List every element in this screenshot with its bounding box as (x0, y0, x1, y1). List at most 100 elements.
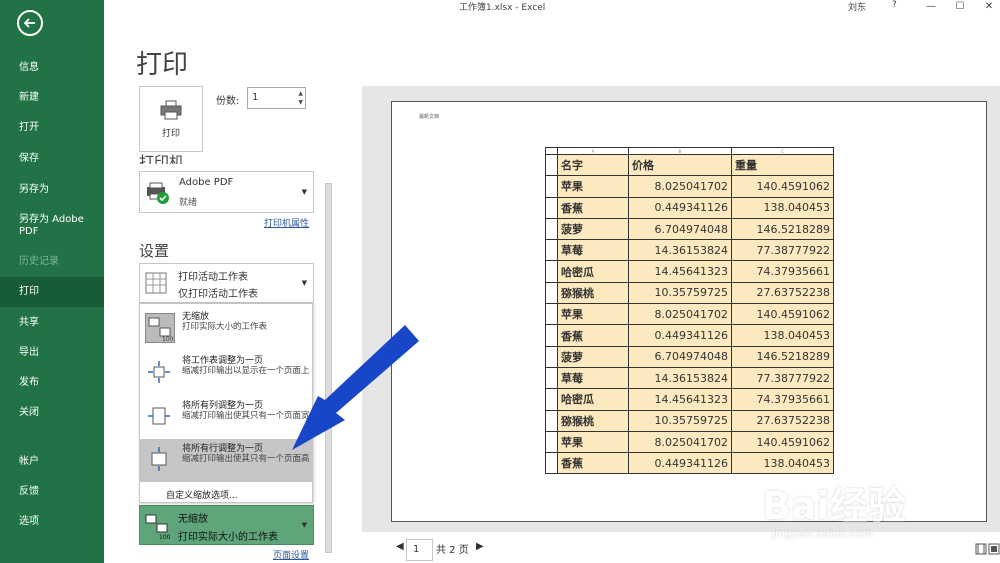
table-row: 草莓 14.36153824 77.38777922 (545, 239, 834, 262)
title-bar: 工作簿1.xlsx - Excel 刘东 ? — ☐ ✕ (104, 0, 1000, 13)
scaling-select-desc: 打印实际大小的工作表 (178, 532, 278, 543)
maximize-button[interactable]: ☐ (953, 1, 967, 12)
row-number (545, 409, 558, 432)
help-button[interactable]: ? (892, 0, 897, 10)
menu-item-no-scaling[interactable]: 100 无缩放 打印实际大小的工作表 (140, 307, 312, 351)
sidebar-item-share[interactable]: 共享 (0, 317, 104, 329)
sidebar-item-export[interactable]: 导出 (0, 347, 104, 359)
name-cell: 草莓 (557, 239, 629, 262)
close-window-button[interactable]: ✕ (982, 1, 996, 12)
no-scaling-icon: 100 (145, 514, 171, 540)
weight-cell: 27.63752238 (731, 281, 834, 305)
weight-cell: 27.63752238 (731, 409, 834, 432)
printer-select[interactable]: Adobe PDF 就绪 ▼ (139, 171, 314, 213)
menu-item-fit-sheet[interactable]: 将工作表调整为一页 缩减打印输出以显示在一个页面上 (140, 351, 312, 396)
weight-cell: 74.37935661 (731, 388, 834, 411)
page-navigator: ◀ 共 2 页 ▶ (396, 541, 484, 556)
sidebar-item-account[interactable]: 帐户 (0, 456, 104, 468)
name-cell: 菠萝 (557, 345, 629, 368)
sidebar-item-save[interactable]: 保存 (0, 153, 104, 165)
weight-cell: 146.5218289 (731, 217, 834, 241)
sidebar-item-save-as[interactable]: 另存为 (0, 184, 104, 196)
weight-cell: 140.4591062 (731, 430, 834, 454)
show-margins-icon[interactable] (975, 543, 987, 555)
sidebar-item-options[interactable]: 选项 (0, 516, 104, 528)
sidebar-item-close[interactable]: 关闭 (0, 407, 104, 419)
zoom-to-page-icon[interactable] (988, 543, 1000, 555)
name-cell: 香蕉 (557, 452, 629, 475)
sidebar-item-feedback[interactable]: 反馈 (0, 486, 104, 498)
print-what-select[interactable]: 打印活动工作表 仅打印活动工作表 ▼ (139, 263, 314, 303)
price-cell: 10.35759725 (628, 281, 732, 305)
column-header: C (731, 147, 834, 155)
page-header-text: 最新文档 (419, 114, 440, 120)
print-what-title: 打印活动工作表 (178, 272, 248, 283)
custom-scaling-options[interactable]: 自定义缩放选项... (166, 488, 238, 501)
sidebar-item-print[interactable]: 打印 (0, 277, 104, 307)
printer-properties-link[interactable]: 打印机属性 (264, 216, 309, 229)
menu-item-fit-columns[interactable]: 将所有列调整为一页 缩减打印输出使其只有一个页面宽 (140, 396, 312, 439)
page-number-input[interactable]: 1 (406, 539, 433, 561)
user-name[interactable]: 刘东 (848, 0, 866, 13)
scaling-select-title: 无缩放 (178, 514, 208, 525)
sidebar-item-save-as-pdf[interactable]: 另存为 Adobe PDF (0, 214, 90, 238)
price-cell: 6.704974048 (628, 217, 732, 241)
scaling-select[interactable]: 100 无缩放 打印实际大小的工作表 ▼ (139, 505, 314, 545)
name-cell: 苹果 (557, 175, 629, 198)
prev-page-icon[interactable]: ◀ (396, 541, 404, 552)
settings-scrollbar[interactable] (323, 155, 334, 555)
sidebar-item-history: 历史记录 (19, 256, 59, 267)
minimize-button[interactable]: — (924, 1, 938, 12)
row-number (545, 345, 558, 368)
column-header-row: ABC (545, 147, 834, 155)
corner-cell (545, 147, 558, 155)
row-number (545, 239, 558, 262)
fit-columns-icon (145, 402, 175, 432)
back-button[interactable] (17, 10, 43, 36)
next-page-icon[interactable]: ▶ (476, 541, 484, 552)
row-number (545, 366, 558, 390)
scrollbar-thumb[interactable] (325, 183, 332, 553)
sidebar-item-publish[interactable]: 发布 (0, 377, 104, 389)
table-row: 香蕉 0.449341126 138.040453 (545, 324, 834, 347)
table-row: 哈密瓜 14.45641323 74.37935661 (545, 388, 834, 411)
sidebar-item-open[interactable]: 打开 (0, 122, 104, 134)
row-number (545, 260, 558, 283)
arrow-left-icon (23, 18, 35, 28)
sheet-grid-icon (145, 272, 167, 294)
header-cell: 名字 (557, 153, 629, 177)
page-title: 打印 (136, 50, 189, 80)
spin-up-icon[interactable]: ▲ (298, 91, 303, 97)
column-header: B (628, 147, 732, 155)
print-button[interactable]: 打印 (139, 86, 203, 152)
price-cell: 6.704974048 (628, 345, 732, 368)
price-cell: 0.449341126 (628, 452, 732, 475)
watermark-text: Bai经验 (762, 484, 906, 528)
name-cell: 哈密瓜 (557, 260, 629, 283)
page-total: 共 2 页 (436, 545, 469, 556)
row-number (545, 452, 558, 475)
menu-item-title: 将所有行调整为一页 (182, 444, 264, 454)
menu-item-fit-rows[interactable]: 将所有行调整为一页 缩减打印输出使其只有一个页面高 (140, 439, 312, 482)
table-row: 草莓 14.36153824 77.38777922 (545, 366, 834, 390)
table-row: 菠萝 6.704974048 146.5218289 (545, 217, 834, 241)
sidebar-item-new[interactable]: 新建 (0, 92, 104, 104)
printer-icon (160, 100, 182, 119)
svg-text:100: 100 (162, 336, 174, 342)
menu-item-desc: 打印实际大小的工作表 (182, 322, 268, 332)
menu-item-desc: 缩减打印输出以显示在一个页面上 (182, 366, 310, 376)
settings-section-title: 设置 (139, 242, 170, 260)
name-cell: 猕猴桃 (557, 409, 629, 432)
page-setup-link[interactable]: 页面设置 (273, 548, 309, 561)
price-cell: 8.025041702 (628, 303, 732, 326)
spin-down-icon[interactable]: ▼ (298, 100, 303, 106)
no-scaling-icon: 100 (145, 313, 175, 343)
row-number (545, 388, 558, 411)
print-button-label: 打印 (161, 128, 180, 139)
copies-stepper[interactable]: 1 ▲ ▼ (247, 87, 306, 109)
price-cell: 14.45641323 (628, 388, 732, 411)
price-cell: 14.45641323 (628, 260, 732, 283)
sidebar-item-info[interactable]: 信息 (0, 62, 104, 74)
row-number (545, 153, 558, 177)
printer-status: 就绪 (179, 198, 198, 208)
